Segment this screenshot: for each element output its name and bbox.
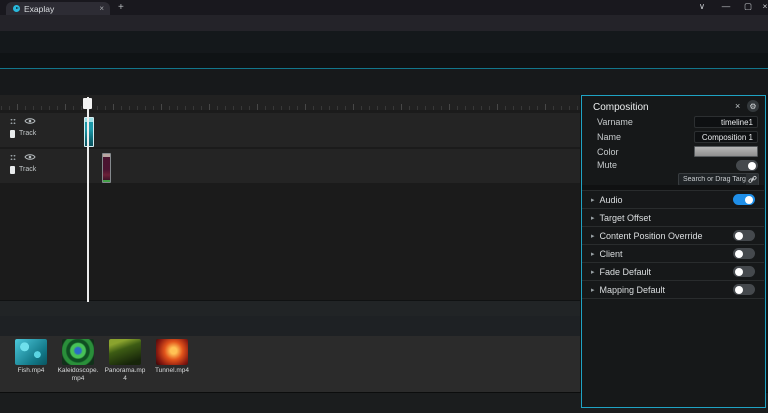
name-label: Name bbox=[597, 132, 621, 142]
video-thumbnail[interactable] bbox=[109, 339, 141, 365]
chevron-right-icon: ▸ bbox=[591, 286, 595, 294]
mapping-default-toggle[interactable] bbox=[733, 284, 755, 295]
exaplay-app-window: Exaplay × + ∨ — ▢ × ← → ↻ ⓘ localhost ☆ … bbox=[0, 0, 768, 413]
divider bbox=[582, 298, 764, 299]
name-input[interactable] bbox=[694, 131, 758, 143]
section-audio[interactable]: ▸ Audio bbox=[582, 190, 764, 208]
section-target-offset[interactable]: ▸ Target Offset bbox=[582, 208, 764, 226]
section-mapping-default[interactable]: ▸ Mapping Default bbox=[582, 280, 764, 298]
media-grid: Fish.mp4 Kaleidoscope.mp4 Panorama.mp4 T… bbox=[0, 336, 580, 392]
drag-handle-icon[interactable] bbox=[10, 118, 16, 125]
section-fade-default[interactable]: ▸ Fade Default bbox=[582, 262, 764, 280]
color-label: Color bbox=[597, 147, 619, 157]
eye-icon[interactable] bbox=[24, 117, 36, 125]
window-maximize-button[interactable]: ▢ bbox=[740, 1, 756, 12]
track-label: Track bbox=[19, 166, 36, 173]
browser-tab[interactable]: Exaplay × bbox=[6, 2, 110, 15]
playhead[interactable] bbox=[87, 97, 89, 302]
composition-tab-bar: Composition 1 × Composition 2 × + ⚙ bbox=[0, 53, 768, 68]
media-item[interactable]: Fish.mp4 bbox=[8, 339, 54, 375]
tab-close-icon[interactable]: × bbox=[97, 4, 106, 13]
eye-icon[interactable] bbox=[24, 153, 36, 161]
media-item[interactable]: Kaleidoscope.mp4 bbox=[55, 339, 101, 382]
chevron-right-icon: ▸ bbox=[591, 268, 595, 276]
section-content-position-override[interactable]: ▸ Content Position Override bbox=[582, 226, 764, 244]
panel-close-icon[interactable]: × bbox=[735, 101, 740, 111]
media-item[interactable]: Panorama.mp4 bbox=[102, 339, 148, 382]
mute-toggle[interactable] bbox=[736, 160, 758, 171]
chevron-right-icon: ▸ bbox=[591, 196, 595, 204]
track-color-bar bbox=[10, 166, 15, 174]
browser-toolbar: ← → ↻ ⓘ localhost ☆ ⋮ bbox=[0, 15, 768, 31]
video-thumbnail[interactable] bbox=[62, 339, 94, 365]
panel-title: Composition bbox=[593, 102, 649, 113]
clip-tunnel[interactable] bbox=[102, 153, 111, 183]
site-favicon bbox=[13, 5, 20, 12]
video-thumbnail[interactable] bbox=[15, 339, 47, 365]
media-browser-toolbar: ‹ ∨ ↗ × bbox=[0, 316, 580, 336]
link-icon bbox=[746, 174, 758, 185]
mute-label: Mute bbox=[597, 160, 617, 170]
chevron-right-icon: ▸ bbox=[591, 214, 595, 222]
fade-default-toggle[interactable] bbox=[733, 266, 755, 277]
chevron-right-icon: ▸ bbox=[591, 250, 595, 258]
content-position-override-toggle[interactable] bbox=[733, 230, 755, 241]
browser-tab-strip: Exaplay × + ∨ — ▢ × bbox=[0, 0, 768, 15]
track-label: Track bbox=[19, 130, 36, 137]
window-minimize-button[interactable]: — bbox=[718, 1, 734, 11]
new-tab-button[interactable]: + bbox=[118, 2, 124, 13]
track-color-bar bbox=[10, 130, 15, 138]
video-thumbnail[interactable] bbox=[156, 339, 188, 365]
audio-toggle[interactable] bbox=[733, 194, 755, 205]
media-item-name: Fish.mp4 bbox=[18, 367, 45, 375]
composition-properties-panel: Composition × ⚙ Varname Name Color Mute … bbox=[581, 95, 766, 408]
drag-handle-icon[interactable] bbox=[10, 154, 16, 161]
chevron-right-icon: ▸ bbox=[591, 232, 595, 240]
media-item-name: Tunnel.mp4 bbox=[155, 367, 189, 375]
panel-gear-icon[interactable]: ⚙ bbox=[747, 100, 759, 112]
clip-fish[interactable] bbox=[84, 117, 94, 147]
varname-input[interactable] bbox=[694, 116, 758, 128]
timeline-footer: − + 100% ∨ FIT bbox=[0, 300, 580, 316]
client-toggle[interactable] bbox=[733, 248, 755, 259]
varname-label: Varname bbox=[597, 117, 633, 127]
browser-tab-title: Exaplay bbox=[24, 4, 97, 14]
section-client[interactable]: ▸ Client bbox=[582, 244, 764, 262]
window-close-button[interactable]: × bbox=[757, 1, 768, 11]
transport-bar: sync playback 00:02:45.0 cue ∨ audio out… bbox=[0, 68, 768, 95]
tab-search-icon[interactable]: ∨ bbox=[694, 1, 710, 12]
color-swatch-button[interactable] bbox=[694, 146, 758, 157]
app-header: EXAPLAY v 0.18.0.0 Sync UI Show Mode ☰ bbox=[0, 31, 768, 53]
playhead-handle[interactable] bbox=[83, 98, 92, 109]
media-item-name: Panorama.mp4 bbox=[103, 367, 147, 382]
media-item-name: Kaleidoscope.mp4 bbox=[56, 367, 100, 382]
media-item[interactable]: Tunnel.mp4 bbox=[149, 339, 195, 375]
